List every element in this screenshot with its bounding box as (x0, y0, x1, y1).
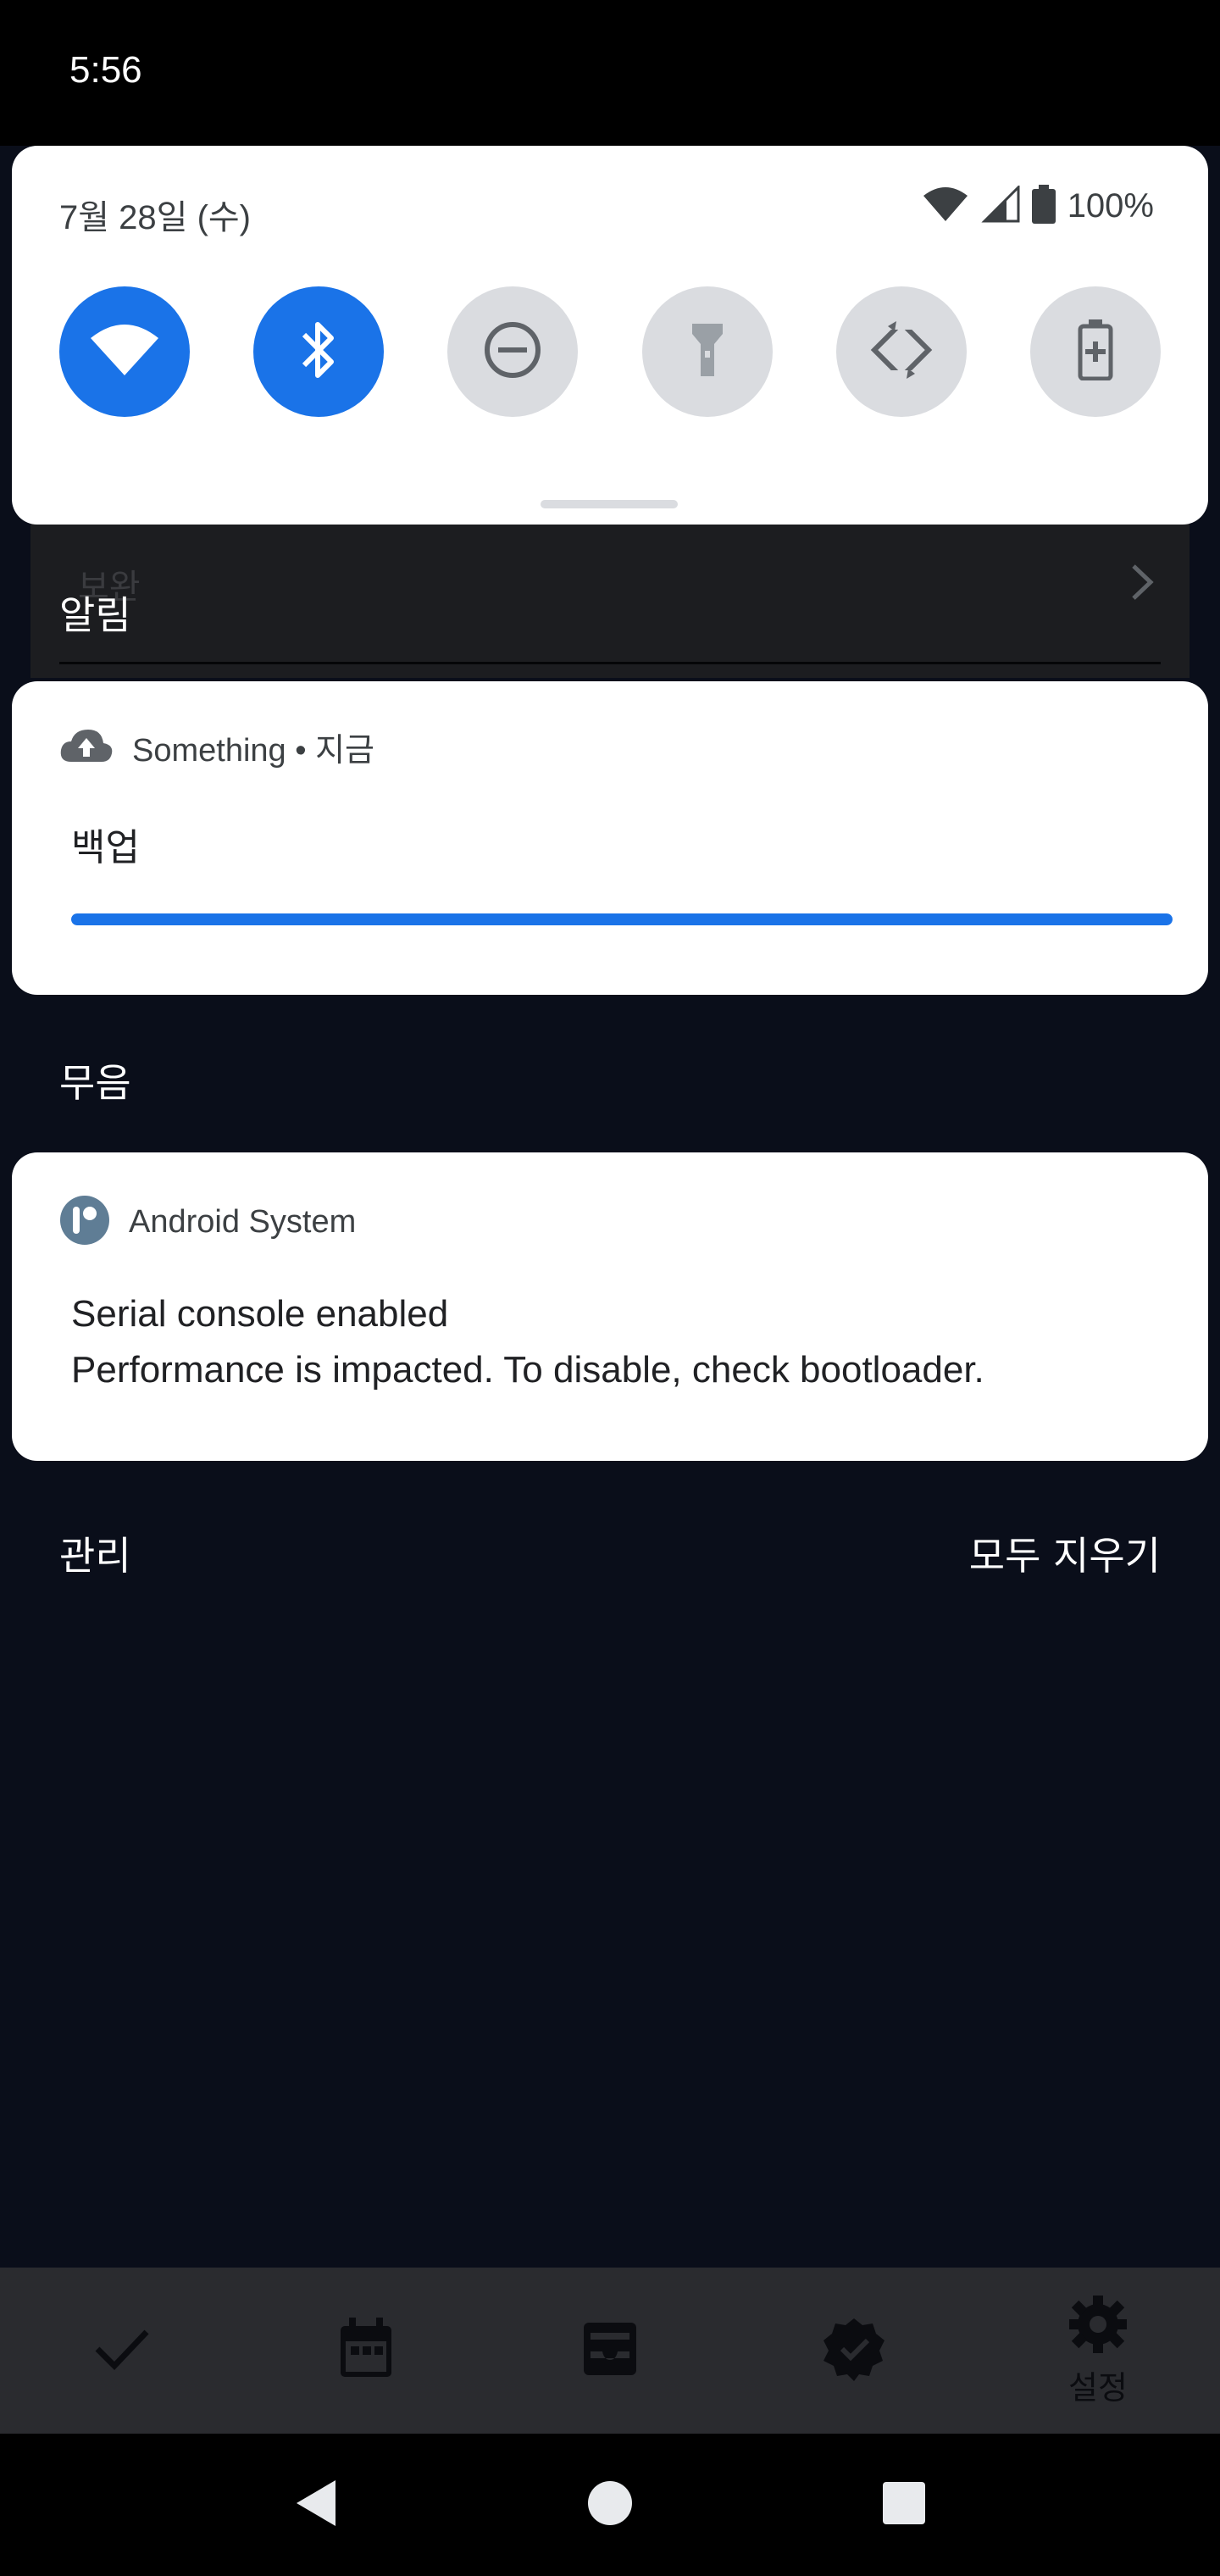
tile-battery-saver[interactable] (1029, 286, 1161, 417)
dnd-icon (483, 320, 542, 383)
home-button[interactable] (572, 2467, 648, 2543)
nav-item-settings: 설정 (1013, 2268, 1183, 2434)
notification-android-system[interactable]: Android System Serial console enabled Pe… (12, 1152, 1208, 1461)
quick-settings-tiles (59, 286, 1161, 417)
upload-progress-bar (71, 913, 1173, 925)
notification-header: Android System (59, 1195, 356, 1249)
android-system-icon (59, 1195, 110, 1249)
battery-saver-icon (1077, 319, 1114, 384)
cell-signal-icon (981, 184, 1020, 226)
quick-settings-panel: 7월 28일 (수) 100% (12, 146, 1208, 525)
tile-auto-rotate[interactable] (835, 286, 967, 417)
settings-icon (1068, 2294, 1128, 2358)
battery-icon (1031, 185, 1056, 227)
notification-app-label: Something • 지금 (132, 733, 375, 769)
bluetooth-icon (297, 318, 340, 386)
manage-button[interactable]: 관리 (59, 1525, 131, 1581)
inbox-icon (582, 2321, 638, 2380)
recents-square-icon (881, 2480, 927, 2529)
notification-title: Serial console enabled (71, 1293, 449, 1335)
notification-backup[interactable]: Something • 지금 백업 (12, 681, 1208, 995)
notification-header: Something • 지금 (59, 724, 374, 770)
notification-app-label: Android System (129, 1203, 357, 1240)
wifi-icon (89, 323, 160, 380)
qs-status-icons: 100% (922, 184, 1154, 227)
progress-fill (71, 913, 1173, 925)
tile-bluetooth[interactable] (253, 286, 385, 417)
wifi-signal-icon (922, 186, 969, 226)
status-clock: 5:56 (69, 49, 142, 91)
nav-item-calendar (281, 2268, 451, 2434)
battery-percent: 100% (1067, 186, 1154, 225)
nav-item-verified (769, 2268, 939, 2434)
section-title-silent: 무음 (59, 1060, 131, 1106)
qs-date[interactable]: 7월 28일 (수) (59, 190, 251, 239)
check-icon (92, 2325, 152, 2376)
divider (59, 662, 1161, 664)
clear-all-button[interactable]: 모두 지우기 (969, 1525, 1161, 1581)
cloud-upload-icon (59, 728, 114, 767)
background-app-list-item: 보완 (30, 508, 1190, 678)
drag-handle[interactable] (541, 500, 678, 508)
nav-label-settings: 설정 (1068, 2368, 1128, 2407)
status-bar: 5:56 (0, 0, 1220, 146)
flashlight-icon (689, 320, 726, 383)
system-navigation-bar (0, 2434, 1220, 2576)
nav-item-inbox (525, 2268, 695, 2434)
tile-wifi[interactable] (59, 286, 190, 417)
section-title-alerts: 알림 (59, 592, 131, 638)
nav-item-tasks (37, 2268, 207, 2434)
rotate-icon (869, 318, 934, 386)
back-triangle-icon (293, 2477, 339, 2533)
notification-title: 백업 (71, 826, 140, 869)
tile-flashlight[interactable] (641, 286, 773, 417)
back-button[interactable] (278, 2467, 354, 2543)
background-app-bottom-nav: 설정 (0, 2268, 1220, 2434)
verified-icon (822, 2317, 886, 2384)
tile-do-not-disturb[interactable] (447, 286, 579, 417)
notification-body: Performance is impacted. To disable, che… (71, 1349, 984, 1391)
home-circle-icon (586, 2479, 634, 2530)
recents-button[interactable] (866, 2467, 942, 2543)
chevron-right-icon (1125, 561, 1159, 613)
calendar-icon (337, 2318, 395, 2384)
